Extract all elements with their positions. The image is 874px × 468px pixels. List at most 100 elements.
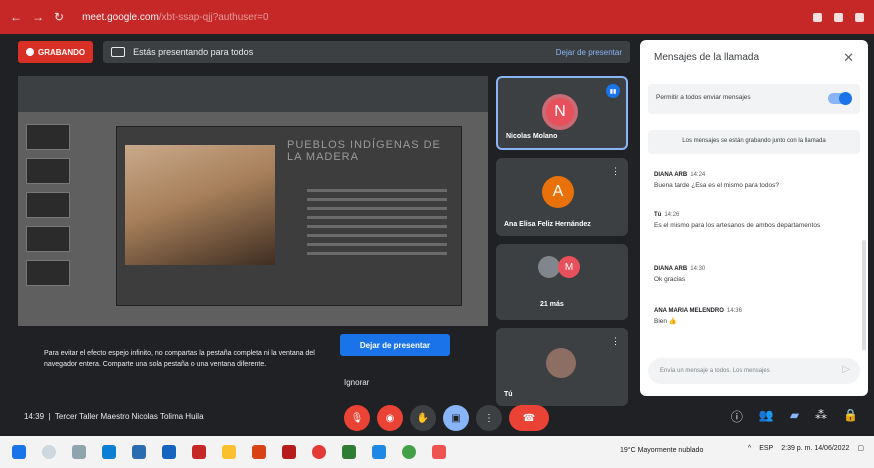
slide-thumbnails — [26, 124, 74, 294]
stop-presenting-button[interactable]: Dejar de presentar — [340, 334, 450, 356]
present-icon[interactable]: ▣ — [443, 405, 469, 431]
self-tile[interactable]: ⋮ Tú — [496, 328, 628, 406]
task-view-icon[interactable] — [72, 445, 86, 459]
office-icon[interactable] — [252, 445, 266, 459]
slide-thumbnail[interactable] — [26, 158, 70, 184]
clock-date: 14/06/2022 — [814, 444, 850, 452]
end-call-icon[interactable]: ☎ — [509, 405, 549, 431]
participant-name: Nicolas Molano — [506, 133, 558, 140]
slide-thumbnail[interactable] — [26, 192, 70, 218]
app-icon[interactable] — [192, 445, 206, 459]
store-icon[interactable] — [132, 445, 146, 459]
raise-hand-icon[interactable]: ✋ — [410, 405, 436, 431]
activities-icon[interactable]: ⁂ — [815, 408, 827, 425]
allow-messages-toggle[interactable] — [828, 92, 852, 105]
bookmark-icon[interactable] — [834, 12, 843, 22]
edge-icon[interactable] — [102, 445, 116, 459]
back-icon[interactable]: ← — [10, 10, 22, 24]
current-slide: PUEBLOS INDÍGENAS DE LA MADERA — [116, 126, 462, 306]
message-body: Bien 👍 — [654, 318, 677, 325]
weather-widget[interactable]: 19°C Mayormente nublado — [620, 447, 703, 454]
mail-icon[interactable] — [162, 445, 176, 459]
message-time: 14:26 — [664, 212, 680, 218]
more-options-icon[interactable]: ⋮ — [611, 336, 620, 347]
language-indicator[interactable]: ESP — [759, 445, 773, 452]
recording-badge: GRABANDO — [18, 41, 94, 63]
presenting-banner: Estás presentando para todos Dejar de pr… — [103, 41, 630, 63]
message-body: Buena tarde ¿Esa es el mismo para todos? — [654, 182, 780, 189]
participant-name: Ana Elisa Feliz Hernández — [504, 221, 591, 228]
more-options-icon[interactable]: ⋮ — [611, 166, 620, 177]
extension-icon[interactable] — [813, 12, 822, 22]
system-tray: ^ ESP 2:39 p. m. 14/06/2022 ▢ — [748, 444, 864, 453]
chat-message: DIANA ARB 14:30 Ok gracias — [654, 266, 854, 285]
clock-time: 2:39 p. m. — [781, 444, 813, 452]
address-bar[interactable]: meet.google.com/xbt-ssap-qjj?authuser=0 — [82, 12, 269, 23]
message-time: 14:36 — [726, 308, 742, 314]
message-sender: DIANA ARB — [654, 266, 688, 272]
people-icon[interactable]: 👥 — [759, 408, 774, 425]
info-icon[interactable]: ⓘ — [731, 408, 743, 425]
slide-body — [307, 189, 447, 261]
mirror-warning: Para evitar el efecto espejo infinito, n… — [18, 326, 488, 406]
close-icon[interactable]: ✕ — [843, 50, 854, 66]
slide-thumbnail[interactable] — [26, 226, 70, 252]
message-time: 14:24 — [690, 172, 706, 178]
excel-icon[interactable] — [342, 445, 356, 459]
camera-off-icon[interactable]: ◉ — [377, 405, 403, 431]
windows-taskbar: 19°C Mayormente nublado ^ ESP 2:39 p. m.… — [0, 436, 874, 468]
avatar: A — [542, 176, 574, 208]
avatar-photo — [538, 256, 560, 278]
chat-message: Tú 14:26 Es el mismo para los artesanos d… — [654, 212, 854, 231]
chrome-profile-icon[interactable] — [402, 445, 416, 459]
stop-presenting-link[interactable]: Dejar de presentar — [556, 48, 622, 57]
clock[interactable]: 2:39 p. m. 14/06/2022 — [781, 445, 849, 452]
message-body: Ok gracias — [654, 276, 686, 283]
speaking-icon: ▮▮ — [606, 84, 620, 98]
participant-tile[interactable]: M 21 más — [496, 244, 628, 320]
avatar: N — [542, 94, 578, 130]
more-options-icon[interactable]: ⋮ — [476, 405, 502, 431]
side-controls: ⓘ 👥 ▰ ⁂ 🔒 — [731, 408, 858, 425]
participant-name: 21 más — [540, 301, 564, 308]
shared-screen: PUEBLOS INDÍGENAS DE LA MADERA Para evit… — [18, 76, 488, 406]
search-icon[interactable] — [42, 445, 56, 459]
start-icon[interactable] — [12, 445, 26, 459]
recording-notice: Los mensajes se están grabando junto con… — [648, 130, 860, 154]
ignore-button[interactable]: Ignorar — [344, 378, 369, 387]
message-sender: DIANA ARB — [654, 172, 688, 178]
slide-thumbnail[interactable] — [26, 260, 70, 286]
chat-scrollbar[interactable] — [862, 240, 866, 350]
allow-messages-row: Permitir a todos enviar mensajes — [648, 84, 860, 114]
send-icon[interactable]: ▷ — [842, 364, 850, 375]
chat-message: DIANA ARB 14:24 Buena tarde ¿Esa es el mi… — [654, 172, 854, 191]
folder-icon[interactable] — [222, 445, 236, 459]
host-controls-icon[interactable]: 🔒 — [843, 408, 858, 425]
chat-icon[interactable]: ▰ — [790, 408, 799, 425]
allow-messages-label: Permitir a todos enviar mensajes — [656, 94, 751, 101]
tray-expand-icon[interactable]: ^ — [748, 445, 751, 452]
forward-icon[interactable]: → — [32, 10, 44, 24]
slide-photo — [125, 145, 275, 265]
message-time: 14:30 — [690, 266, 706, 272]
pdf-icon[interactable] — [282, 445, 296, 459]
message-body: Es el mismo para los artesanos de ambos … — [654, 222, 821, 229]
divider: | — [46, 412, 53, 421]
notifications-icon[interactable]: ▢ — [857, 444, 864, 452]
slide-thumbnail[interactable] — [26, 124, 70, 150]
participant-tile[interactable]: N ▮▮ Nicolas Molano — [496, 76, 628, 150]
chat-input[interactable]: Envía un mensaje a todos. Los mensajes — [648, 358, 860, 384]
word-icon[interactable] — [372, 445, 386, 459]
chrome-icon[interactable] — [312, 445, 326, 459]
present-screen-icon — [111, 47, 126, 57]
recording-label: GRABANDO — [38, 47, 86, 57]
mic-off-icon[interactable]: 🎙 — [344, 405, 370, 431]
reload-icon[interactable]: ↻ — [54, 10, 64, 24]
presenting-strip: GRABANDO Estás presentando para todos De… — [18, 40, 630, 64]
powerpoint-icon[interactable] — [432, 445, 446, 459]
browser-toolbar: ← → ↻ meet.google.com/xbt-ssap-qjj?authu… — [0, 0, 874, 34]
participant-tile[interactable]: A ⋮ Ana Elisa Feliz Hernández — [496, 158, 628, 236]
profile-icon[interactable] — [855, 12, 864, 22]
chat-panel: Mensajes de la llamada ✕ Permitir a todo… — [640, 40, 868, 396]
message-sender: ANA MARIA MELENDRO — [654, 308, 724, 314]
